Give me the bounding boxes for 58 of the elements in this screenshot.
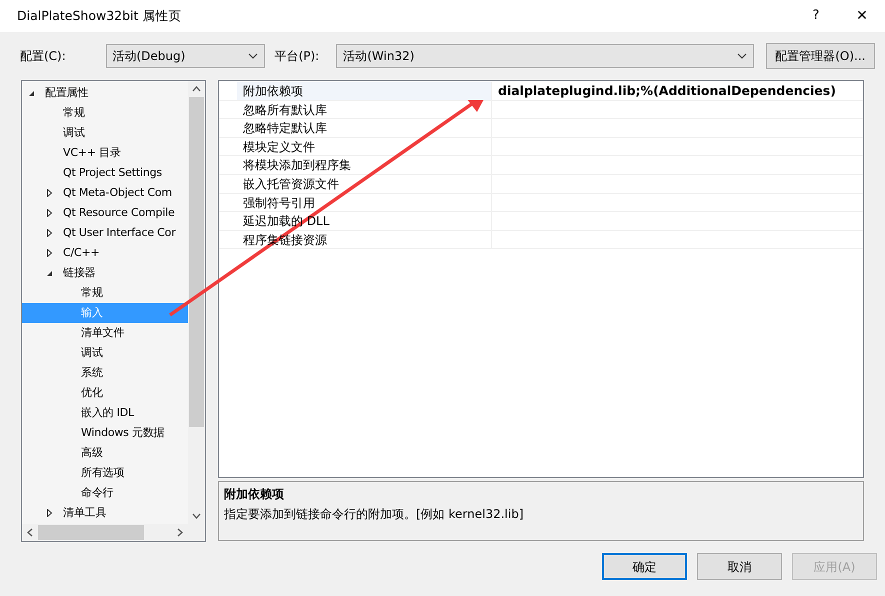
tree-item[interactable]: Windows 元数据 [22,423,188,443]
expand-triangle-icon[interactable] [46,249,53,257]
property-value[interactable]: dialplateplugind.lib;%(AdditionalDependencies) [498,82,836,100]
tree-item[interactable]: 所有选项 [22,463,188,483]
tree-item[interactable]: Qt User Interface Cor [22,223,188,243]
chevron-left-icon [27,528,33,537]
chevron-down-icon [736,53,747,59]
tree-item[interactable]: 优化 [22,383,188,403]
tree-item[interactable]: 链接器 [22,263,188,283]
tree-item[interactable]: C/C++ [22,243,188,263]
help-button[interactable]: ? [793,0,839,32]
tree-item[interactable]: 配置属性 [22,83,188,103]
expand-triangle-icon[interactable] [46,229,53,237]
tree-item[interactable]: 系统 [22,363,188,383]
description-text: 指定要添加到链接命令行的附加项。[例如 kernel32.lib] [224,506,524,523]
chevron-down-icon [192,513,201,519]
tree-item[interactable]: Qt Resource Compile [22,203,188,223]
scrollbar-thumb[interactable] [189,97,204,427]
tree-item[interactable]: 调试 [22,343,188,363]
platform-label: 平台(P): [274,48,320,65]
property-name[interactable]: 模块定义文件 [237,138,492,156]
platform-dropdown[interactable]: 活动(Win32) [336,44,754,68]
chevron-right-icon [177,528,183,537]
scrollbar-thumb[interactable] [38,525,144,540]
window-title: DialPlateShow32bit 属性页 [17,6,182,25]
tree-item[interactable]: Qt Meta-Object Com [22,183,188,203]
description-title: 附加依赖项 [224,486,285,503]
tree-item[interactable]: 清单工具 [22,503,188,523]
expand-triangle-icon[interactable] [46,189,53,197]
property-name[interactable]: 将模块添加到程序集 [237,156,492,174]
property-name[interactable]: 忽略特定默认库 [237,119,492,137]
tree-item[interactable]: 常规 [22,283,188,303]
tree-item[interactable]: 高级 [22,443,188,463]
tree-item[interactable]: VC++ 目录 [22,143,188,163]
tree-item[interactable]: 调试 [22,123,188,143]
collapse-triangle-icon[interactable] [28,89,35,97]
property-name[interactable]: 强制符号引用 [237,194,492,212]
property-name[interactable]: 延迟加载的 DLL [237,212,492,230]
config-manager-button[interactable]: 配置管理器(O)... [766,43,875,69]
dialog-button[interactable]: 取消 [697,553,782,580]
dialog-button[interactable]: 确定 [602,553,687,580]
tree-item[interactable]: Qt Project Settings [22,163,188,183]
expand-triangle-icon[interactable] [46,509,53,517]
expand-triangle-icon[interactable] [46,209,53,217]
horizontal-scrollbar[interactable] [22,524,205,541]
tree-item[interactable]: 清单文件 [22,323,188,343]
chevron-down-icon [248,53,258,59]
config-label: 配置(C): [20,48,67,65]
property-name[interactable]: 嵌入托管资源文件 [237,174,492,193]
collapse-triangle-icon[interactable] [46,269,53,277]
tree-item[interactable]: 常规 [22,103,188,123]
tree-item[interactable]: 嵌入的 IDL [22,403,188,423]
vertical-scrollbar[interactable] [188,81,205,524]
close-button[interactable]: ✕ [839,0,885,32]
tree-item[interactable]: 命令行 [22,483,188,503]
property-name[interactable]: 附加依赖项 [237,82,492,100]
chevron-up-icon [192,86,201,92]
config-dropdown[interactable]: 活动(Debug) [106,44,265,68]
